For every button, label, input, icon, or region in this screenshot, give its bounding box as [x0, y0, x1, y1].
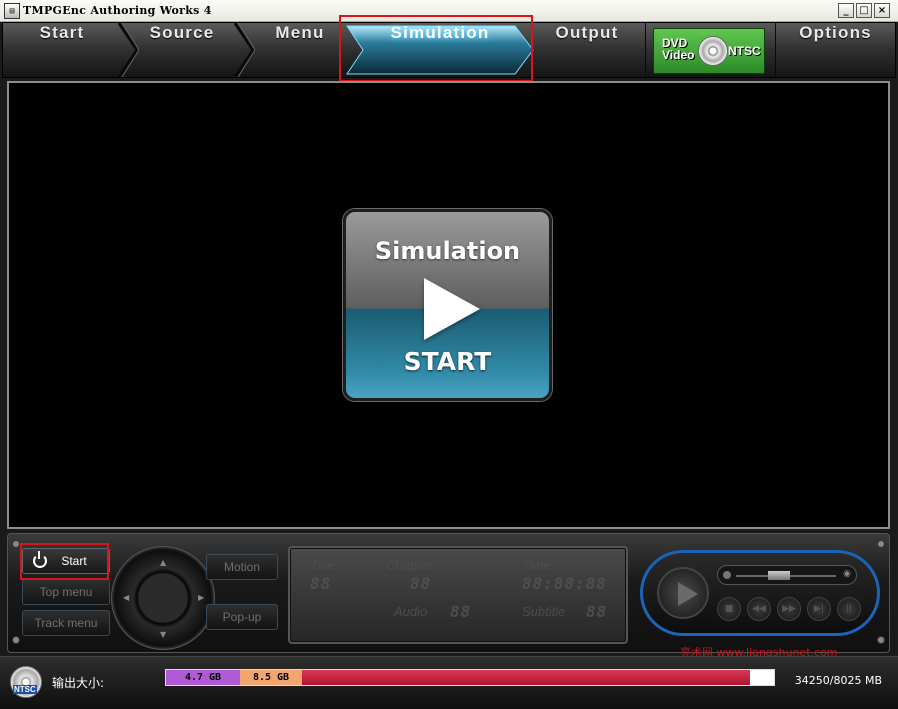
lcd-time-label: Time — [522, 558, 551, 573]
play-icon — [424, 278, 480, 340]
next-button[interactable]: ▶| — [807, 597, 831, 621]
simulation-start-label: START — [403, 347, 492, 376]
direction-pad[interactable]: ▲ ▼ ◀ ▶ — [111, 546, 215, 650]
capacity-bar: 4.7 GB 8.5 GB — [165, 669, 775, 686]
fast-forward-button[interactable]: ▶▶ — [777, 597, 801, 621]
motion-button[interactable]: Motion — [206, 554, 278, 580]
highlight-box — [20, 543, 109, 580]
divider — [645, 23, 646, 77]
volume-knob[interactable] — [768, 571, 790, 580]
output-size-value: 34250/8025 MB — [794, 674, 882, 687]
play-button[interactable] — [657, 567, 709, 619]
popup-button[interactable]: Pop-up — [206, 604, 278, 630]
volume-min-icon — [723, 571, 731, 579]
remote-control-panel: Start Top menu Track menu ▲ ▼ ◀ ▶ Motion… — [7, 533, 890, 653]
volume-max-icon: ◉ — [843, 569, 851, 579]
lcd-subtitle-value: 88 — [586, 602, 608, 621]
arrow-right-icon[interactable]: ▶ — [198, 593, 204, 602]
format-label: DVD Video — [662, 36, 695, 62]
window-title: TMPGEnc Authoring Works 4 — [23, 4, 212, 17]
highlight-box — [339, 15, 533, 82]
playback-controls: ◉ ■ ◀◀ ▶▶ ▶| || — [640, 550, 880, 636]
window-controls: _ □ × — [838, 3, 890, 18]
simulation-start-button[interactable]: Simulation START — [343, 209, 552, 401]
lcd-audio-label: Audio — [394, 604, 428, 619]
pause-button[interactable]: || — [837, 597, 861, 621]
tab-options[interactable]: Options — [776, 23, 895, 77]
film-icon: ▤ — [4, 2, 20, 19]
rewind-button[interactable]: ◀◀ — [747, 597, 771, 621]
screw — [877, 636, 885, 644]
lcd-time-value: 88:88:88 — [522, 574, 608, 593]
ntsc-label: NTSC — [13, 685, 37, 694]
status-bar: NTSC 输出大小: 4.7 GB 8.5 GB 34250/8025 MB — [0, 656, 898, 709]
maximize-button[interactable]: □ — [856, 3, 872, 18]
tab-source[interactable]: Source — [123, 23, 241, 77]
tab-start[interactable]: Start — [3, 23, 121, 77]
capacity-marker-8-5: 8.5 GB — [240, 670, 302, 685]
track-menu-button[interactable]: Track menu — [22, 610, 110, 636]
close-button[interactable]: × — [874, 3, 890, 18]
format-badge[interactable]: DVD Video NTSC — [653, 28, 765, 74]
lcd-chapter-label: Chapter — [386, 558, 433, 573]
arrow-up-icon[interactable]: ▲ — [160, 558, 166, 567]
stop-button[interactable]: ■ — [717, 597, 741, 621]
lcd-subtitle-label: Subtitle — [522, 604, 566, 619]
lcd-chapter-value: 88 — [410, 574, 432, 593]
disc-icon — [698, 36, 728, 66]
volume-slider[interactable]: ◉ — [717, 565, 857, 585]
simulation-title: Simulation — [374, 237, 521, 265]
lcd-audio-value: 88 — [450, 602, 472, 621]
lcd-title-value: 88 — [310, 574, 332, 593]
top-menu-button[interactable]: Top menu — [22, 579, 110, 605]
screw — [12, 636, 20, 644]
tab-output[interactable]: Output — [529, 23, 645, 77]
screw — [877, 540, 885, 548]
capacity-marker-4-7: 4.7 GB — [166, 670, 240, 685]
minimize-button[interactable]: _ — [838, 3, 854, 18]
lcd-title-label: Title — [310, 558, 335, 573]
standard-label: NTSC — [728, 44, 761, 58]
arrow-down-icon[interactable]: ▼ — [160, 630, 166, 639]
output-size-label: 输出大小: — [52, 676, 105, 690]
arrow-left-icon[interactable]: ◀ — [123, 593, 129, 602]
lcd-display: Title 88 Chapter 88 Time 88:88:88 Audio … — [288, 546, 628, 644]
screw — [12, 540, 20, 548]
